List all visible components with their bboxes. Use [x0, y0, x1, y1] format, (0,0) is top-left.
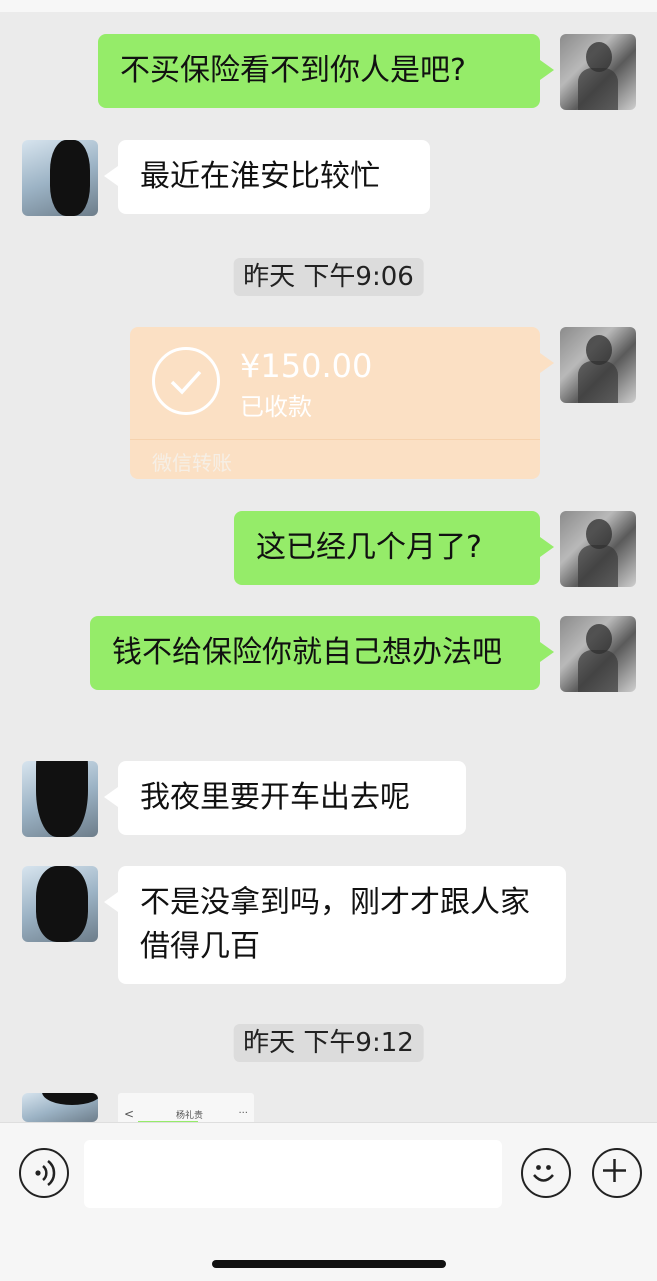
message-text: 我夜里要开车出去呢 [140, 780, 410, 815]
transfer-status: 已收款 [240, 393, 312, 421]
message-bubble-contact[interactable]: 我夜里要开车出去呢 [104, 761, 466, 835]
voice-icon[interactable] [19, 1148, 69, 1198]
divider [130, 439, 540, 440]
more-icon: ... [238, 1105, 248, 1116]
message-text: 最近在淮安比较忙 [140, 159, 380, 194]
avatar-contact[interactable] [22, 140, 98, 216]
timestamp: 昨天 下午9:06 [233, 258, 424, 296]
message-text: 这已经几个月了? [256, 530, 482, 565]
redaction-scribble [42, 1093, 98, 1105]
avatar-contact[interactable] [22, 866, 98, 942]
transfer-amount: ¥150.00 [240, 347, 373, 385]
back-icon: < [124, 1107, 135, 1121]
avatar-self[interactable] [560, 511, 636, 587]
redaction-scribble [36, 761, 88, 837]
message-bubble-self[interactable]: 这已经几个月了? [234, 511, 554, 585]
input-bar [0, 1122, 657, 1281]
home-indicator [212, 1260, 446, 1268]
avatar-self[interactable] [560, 327, 636, 403]
message-text: 不是没拿到吗，刚才才跟人家借得几百 [140, 885, 530, 964]
redaction-scribble [50, 140, 90, 216]
message-text: 钱不给保险你就自己想办法吧 [112, 635, 502, 670]
message-bubble-contact[interactable]: 不是没拿到吗，刚才才跟人家借得几百 [104, 866, 566, 984]
message-bubble-self[interactable]: 不买保险看不到你人是吧? [98, 34, 554, 108]
transfer-label: 微信转账 [152, 451, 232, 475]
redaction-scribble [36, 866, 88, 942]
avatar-self[interactable] [560, 34, 636, 110]
top-strip [0, 0, 657, 12]
avatar-self[interactable] [560, 616, 636, 692]
check-circle-icon [152, 347, 220, 415]
timestamp: 昨天 下午9:12 [233, 1024, 424, 1062]
avatar-contact[interactable] [22, 761, 98, 837]
plus-icon[interactable] [592, 1148, 642, 1198]
message-bubble-self[interactable]: 钱不给保险你就自己想办法吧 [90, 616, 554, 690]
message-input[interactable] [84, 1140, 502, 1208]
image-message-thumbnail[interactable]: < 杨礼贵 ... [118, 1093, 254, 1122]
avatar-contact[interactable] [22, 1093, 98, 1122]
emoji-icon[interactable] [521, 1148, 571, 1198]
transfer-card[interactable]: ¥150.00 已收款 微信转账 [130, 327, 554, 479]
message-bubble-contact[interactable]: 最近在淮安比较忙 [104, 140, 430, 214]
message-text: 不买保险看不到你人是吧? [120, 53, 466, 88]
thumbnail-title: 杨礼贵 [176, 1111, 204, 1121]
chat-area[interactable]: 不买保险看不到你人是吧? 最近在淮安比较忙 昨天 下午9:06 ¥150.00 … [0, 0, 657, 1122]
